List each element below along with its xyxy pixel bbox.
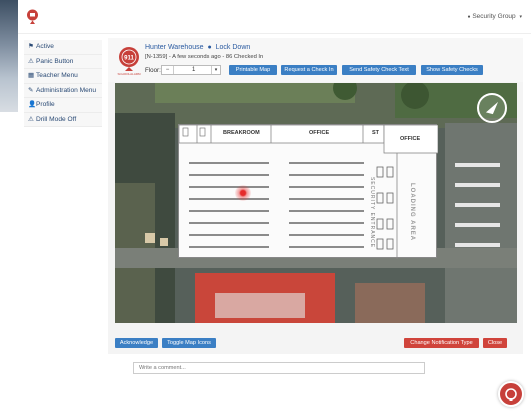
alert-title[interactable]: Hunter Warehouse	[145, 44, 204, 51]
badge-caption: SCHOOLALARM	[117, 72, 141, 76]
comment-input[interactable]	[133, 362, 425, 374]
printable-map-button[interactable]: Printable Map	[229, 65, 277, 75]
user-status-dot: ●	[467, 14, 471, 20]
sidebar-item-label: Teacher Menu	[36, 72, 78, 79]
sidebar-item-active[interactable]: ⚑ Active	[24, 40, 102, 55]
user-menu[interactable]: ● Security Group ▾	[467, 13, 522, 20]
floor-select[interactable]: − 1 ▾	[161, 65, 221, 75]
floor-plan: BREAKROOM OFFICE ST OFFICE SECURITY ENTR…	[178, 124, 438, 259]
room-label-office: OFFICE	[309, 130, 330, 136]
panic-fab-button[interactable]	[498, 381, 524, 407]
desktop-background-strip	[0, 0, 18, 112]
sidebar-item-label: Administration Menu	[36, 86, 97, 94]
sidebar-item-administration-menu[interactable]: ✎ Administration Menu	[24, 83, 102, 98]
loading-area-label: LOADING AREA	[409, 183, 415, 242]
send-safety-check-button[interactable]: Send Safety Check Text	[342, 65, 416, 75]
acknowledge-button[interactable]: Acknowledge	[115, 338, 158, 348]
room-label-breakroom: BREAKROOM	[223, 130, 260, 136]
alert-panel: 911 SCHOOLALARM Hunter Warehouse ● Lock …	[108, 38, 523, 354]
sidebar-item-label: Active	[36, 43, 54, 50]
show-safety-checks-button[interactable]: Show Safety Checks	[421, 65, 483, 75]
top-bar: ● Security Group ▾	[18, 0, 531, 34]
badge-number: 911	[124, 56, 134, 62]
alarm-badge-icon: 911 SCHOOLALARM	[117, 47, 141, 76]
flag-icon: ⚑	[28, 43, 34, 50]
alert-title-row: Hunter Warehouse ● Lock Down	[145, 44, 250, 51]
request-checkin-button[interactable]: Request a Check In	[281, 65, 337, 75]
alert-status: Lock Down	[215, 44, 251, 51]
security-entrance-label: SECURITY ENTRANCE	[369, 177, 375, 249]
user-icon: 👤	[28, 101, 37, 108]
building-icon: ▦	[28, 72, 35, 79]
info-icon: ●	[207, 44, 212, 51]
sidebar-item-drill-mode[interactable]: ⚠ Drill Mode Off	[24, 112, 102, 127]
toggle-map-icons-button[interactable]: Toggle Map Icons	[162, 338, 216, 348]
sidebar-item-label: Profile	[36, 101, 55, 108]
room-label-office-2: OFFICE	[400, 136, 421, 142]
alarm-bell-icon	[505, 388, 517, 401]
sidebar-item-teacher-menu[interactable]: ▦ Teacher Menu	[24, 69, 102, 84]
alert-subtitle: [N-1359] - A few seconds ago - 86 Checke…	[145, 54, 264, 60]
user-menu-label: Security Group	[472, 13, 516, 20]
floor-decrement[interactable]: −	[162, 66, 174, 74]
alert-location-marker[interactable]	[235, 185, 251, 201]
chevron-down-icon: ▾	[519, 14, 522, 20]
sidebar-item-panic-button[interactable]: ⚠ Panic Button	[24, 54, 102, 69]
room-label-storage: ST	[372, 130, 380, 136]
sidebar: ⚑ Active ⚠ Panic Button ▦ Teacher Menu ✎ Adm…	[24, 40, 102, 127]
change-notification-type-button[interactable]: Change Notification Type	[404, 338, 479, 348]
compass-icon[interactable]	[477, 93, 507, 123]
chevron-down-icon[interactable]: ▾	[211, 66, 220, 74]
sidebar-item-label: Drill Mode Off	[36, 115, 77, 123]
floor-label: Floor:	[145, 67, 161, 74]
facility-map[interactable]: BREAKROOM OFFICE ST OFFICE SECURITY ENTR…	[115, 83, 517, 323]
sidebar-item-label: Panic Button	[36, 57, 74, 65]
alarm-logo-icon[interactable]	[26, 9, 39, 24]
warning-icon: ⚠	[28, 115, 34, 123]
wrench-icon: ✎	[28, 86, 34, 94]
floor-plan-lines	[179, 125, 438, 259]
warning-icon: ⚠	[28, 57, 34, 65]
close-button[interactable]: Close	[483, 338, 507, 348]
sidebar-item-profile[interactable]: 👤Profile	[24, 98, 102, 113]
floor-value: 1	[192, 67, 196, 73]
alert-header: 911 SCHOOLALARM Hunter Warehouse ● Lock …	[108, 38, 523, 82]
